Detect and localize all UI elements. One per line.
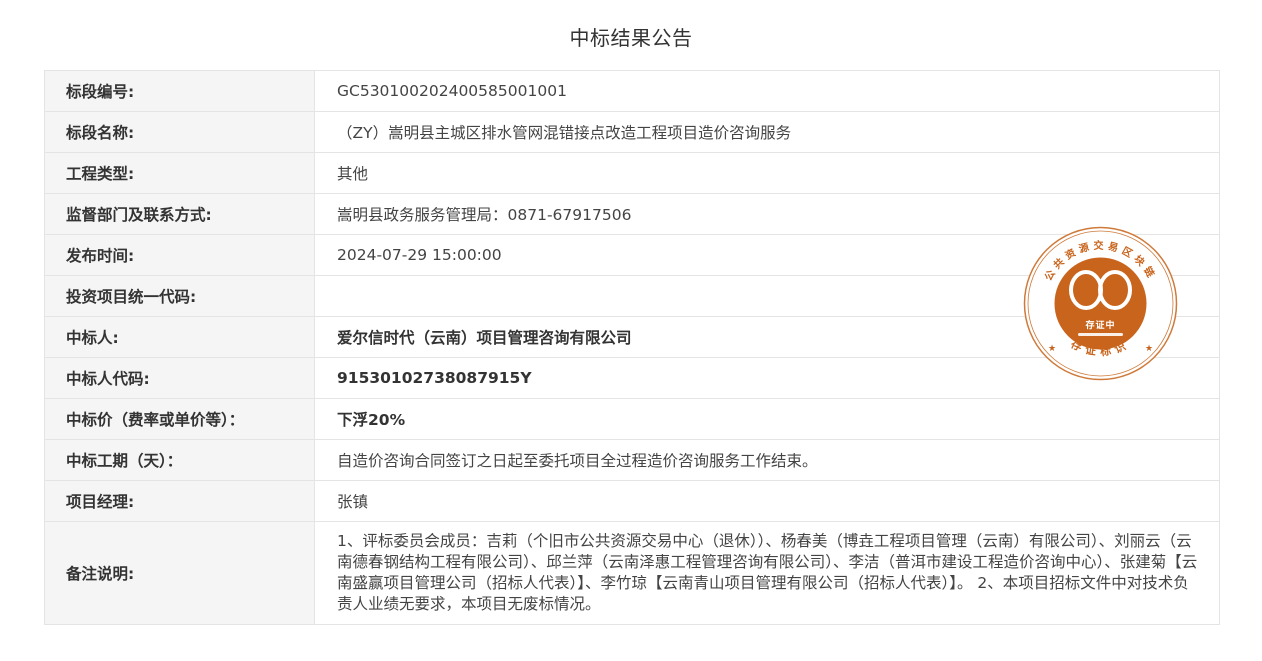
remarks-value: 1、评标委员会成员：吉莉（个旧市公共资源交易中心（退休））、杨春美（博垚工程项目… xyxy=(314,521,1220,625)
star-icon: ★ xyxy=(1145,344,1153,354)
winner-label: 中标人: xyxy=(44,316,315,358)
table-row: 工程类型: 其他 xyxy=(44,152,1220,194)
supervisor-label: 监督部门及联系方式: xyxy=(44,193,315,235)
section-name-label: 标段名称: xyxy=(44,111,315,153)
table-row: 备注说明: 1、评标委员会成员：吉莉（个旧市公共资源交易中心（退休））、杨春美（… xyxy=(44,521,1220,625)
winner-code-label: 中标人代码: xyxy=(44,357,315,399)
project-type-value: 其他 xyxy=(314,152,1220,194)
star-icon: ★ xyxy=(1048,344,1056,354)
section-number-value: GC5301002024005850010​01 xyxy=(314,70,1220,112)
winning-price-value: 下浮20% xyxy=(314,398,1220,440)
project-type-label: 工程类型: xyxy=(44,152,315,194)
table-row: 标段名称: （ZY）嵩明县主城区排水管网混错接点改造工程项目造价咨询服务 xyxy=(44,111,1220,153)
remarks-label: 备注说明: xyxy=(44,521,315,625)
publish-time-label: 发布时间: xyxy=(44,234,315,276)
investment-code-label: 投资项目统一代码: xyxy=(44,275,315,317)
table-row: 中标工期（天）： 自造价咨询合同签订之日起至委托项目全过程造价咨询服务工作结束。 xyxy=(44,439,1220,481)
table-row: 标段编号: GC5301002024005850010​01 xyxy=(44,70,1220,112)
section-number-label: 标段编号: xyxy=(44,70,315,112)
duration-label: 中标工期（天）： xyxy=(44,439,315,481)
table-row: 项目经理: 张镇 xyxy=(44,480,1220,522)
winning-price-label: 中标价（费率或单价等）： xyxy=(44,398,315,440)
project-manager-value: 张镇 xyxy=(314,480,1220,522)
page-title: 中标结果公告 xyxy=(569,26,693,50)
duration-value: 自造价咨询合同签订之日起至委托项目全过程造价咨询服务工作结束。 xyxy=(314,439,1220,481)
table-row: 中标价（费率或单价等）： 下浮20% xyxy=(44,398,1220,440)
seal-inner-text: 存证中 xyxy=(1085,319,1115,331)
blockchain-seal-icon: 公共资源交易区块链 存证标识 ★ ★ 存证中 xyxy=(1023,226,1178,381)
project-manager-label: 项目经理: xyxy=(44,480,315,522)
section-name-value: （ZY）嵩明县主城区排水管网混错接点改造工程项目造价咨询服务 xyxy=(314,111,1220,153)
